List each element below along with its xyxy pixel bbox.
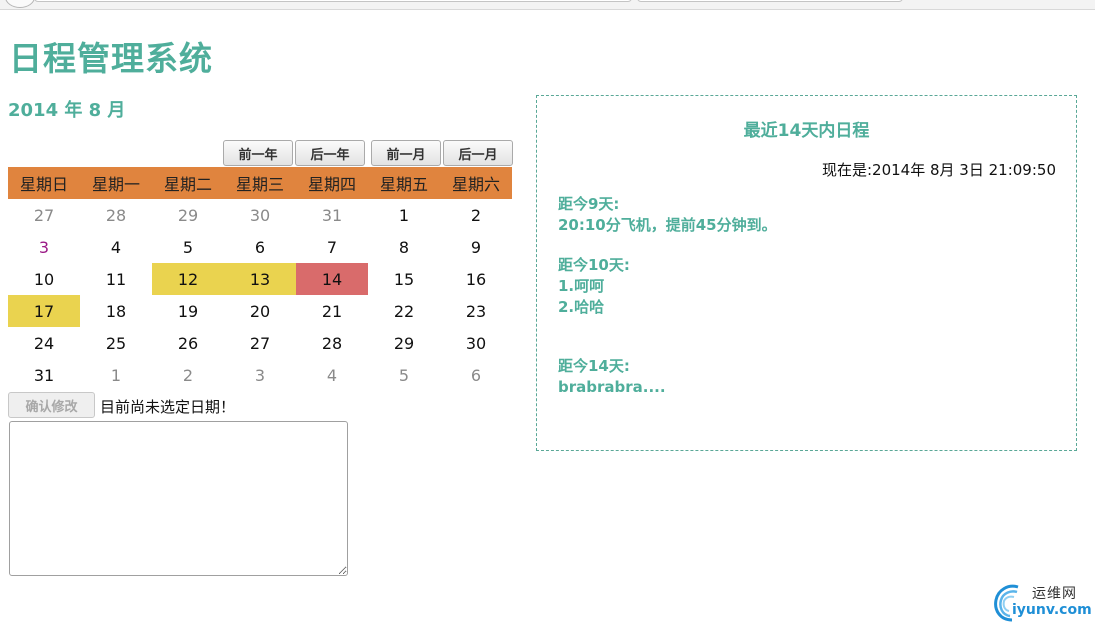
- calendar-day-cell[interactable]: 6: [440, 359, 512, 391]
- calendar-day-cell[interactable]: 31: [296, 199, 368, 231]
- calendar-day-cell[interactable]: 28: [80, 199, 152, 231]
- browser-address-bar[interactable]: [34, 0, 632, 2]
- schedule-item: brabrabra....: [558, 378, 666, 396]
- schedule-item: 20:10分飞机，提前45分钟到。: [558, 216, 777, 234]
- calendar-week-row: 10 11 12 13 14 15 16: [8, 263, 512, 295]
- next-month-button[interactable]: 后一月: [443, 140, 513, 166]
- next-year-button[interactable]: 后一年: [295, 140, 365, 166]
- calendar-week-row: 27 28 29 30 31 1 2: [8, 199, 512, 231]
- calendar-day-cell[interactable]: 11: [80, 263, 152, 295]
- schedule-group-heading: 距今10天:: [558, 256, 630, 274]
- calendar-day-cell[interactable]: 2: [440, 199, 512, 231]
- schedule-group: 距今9天: 20:10分飞机，提前45分钟到。: [558, 194, 777, 236]
- calendar-day-cell[interactable]: 3: [8, 231, 80, 263]
- calendar-grid: 星期日 星期一 星期二 星期三 星期四 星期五 星期六 27 28 29 30 31 1 2…: [8, 167, 512, 391]
- calendar-day-cell[interactable]: 7: [296, 231, 368, 263]
- schedule-note-input[interactable]: [9, 421, 348, 576]
- calendar-day-cell[interactable]: 16: [440, 263, 512, 295]
- calendar-day-cell[interactable]: 22: [368, 295, 440, 327]
- schedule-item: 1.呵呵: [558, 277, 605, 295]
- calendar-day-cell[interactable]: 31: [8, 359, 80, 391]
- weekday-header: 星期二: [152, 167, 224, 199]
- calendar-day-cell[interactable]: 1: [80, 359, 152, 391]
- calendar-day-cell[interactable]: 2: [152, 359, 224, 391]
- calendar-day-cell[interactable]: 30: [224, 199, 296, 231]
- site-watermark-logo: 运维网 iyunv.com: [990, 580, 1092, 624]
- calendar-day-cell[interactable]: 29: [152, 199, 224, 231]
- watermark-en: iyunv.com: [1012, 602, 1092, 618]
- schedule-group: 距今10天: 1.呵呵 2.哈哈: [558, 255, 630, 318]
- calendar-day-cell[interactable]: 30: [440, 327, 512, 359]
- weekday-header: 星期六: [440, 167, 512, 199]
- calendar-day-cell[interactable]: 4: [80, 231, 152, 263]
- calendar-week-row: 17 18 19 20 21 22 23: [8, 295, 512, 327]
- weekday-header: 星期三: [224, 167, 296, 199]
- calendar-day-cell[interactable]: 5: [152, 231, 224, 263]
- calendar-body: 27 28 29 30 31 1 2 3 4 5 6 7 8 9 10 11 12 13 14 15 16 17 18 19 2…: [8, 199, 512, 391]
- browser-toolbar-strip: [0, 0, 1095, 10]
- schedule-group: 距今14天: brabrabra....: [558, 356, 666, 398]
- current-time: 现在是:2014年 8月 3日 21:09:50: [822, 161, 1056, 179]
- calendar-day-cell[interactable]: 23: [440, 295, 512, 327]
- calendar-day-cell[interactable]: 3: [224, 359, 296, 391]
- weekday-header: 星期一: [80, 167, 152, 199]
- schedule-group-heading: 距今9天:: [558, 195, 620, 213]
- panel-title: 最近14天内日程: [743, 121, 870, 141]
- prev-year-button[interactable]: 前一年: [223, 140, 293, 166]
- calendar-day-cell[interactable]: 5: [368, 359, 440, 391]
- calendar-day-cell[interactable]: 14: [296, 263, 368, 295]
- weekday-header: 星期五: [368, 167, 440, 199]
- browser-search-bar[interactable]: [637, 0, 903, 2]
- calendar-day-cell[interactable]: 12: [152, 263, 224, 295]
- schedule-item: 2.哈哈: [558, 298, 605, 316]
- calendar-day-cell[interactable]: 20: [224, 295, 296, 327]
- calendar-week-row: 3456789: [8, 231, 512, 263]
- weekday-header-row: 星期日 星期一 星期二 星期三 星期四 星期五 星期六: [8, 167, 512, 199]
- schedule-group-heading: 距今14天:: [558, 357, 630, 375]
- calendar-day-cell[interactable]: 9: [440, 231, 512, 263]
- calendar-day-cell[interactable]: 28: [296, 327, 368, 359]
- calendar-day-cell[interactable]: 25: [80, 327, 152, 359]
- calendar-day-cell[interactable]: 17: [8, 295, 80, 327]
- calendar-week-row: 24 25 26 27 28 29 30: [8, 327, 512, 359]
- calendar-day-cell[interactable]: 15: [368, 263, 440, 295]
- weekday-header: 星期四: [296, 167, 368, 199]
- calendar-day-cell[interactable]: 29: [368, 327, 440, 359]
- calendar-day-cell[interactable]: 8: [368, 231, 440, 263]
- recent-schedule-panel: 最近14天内日程 现在是:2014年 8月 3日 21:09:50 距今9天: …: [536, 95, 1077, 451]
- calendar-day-cell[interactable]: 18: [80, 295, 152, 327]
- calendar-day-cell[interactable]: 4: [296, 359, 368, 391]
- calendar-day-cell[interactable]: 6: [224, 231, 296, 263]
- prev-month-button[interactable]: 前一月: [371, 140, 441, 166]
- page-title: 日程管理系统: [9, 39, 213, 78]
- calendar-day-cell[interactable]: 1: [368, 199, 440, 231]
- watermark-cn: 运维网: [1032, 586, 1077, 602]
- calendar-week-row: 31 1 2 3 4 5 6: [8, 359, 512, 391]
- calendar-day-cell[interactable]: 13: [224, 263, 296, 295]
- calendar-day-cell[interactable]: 24: [8, 327, 80, 359]
- calendar-day-cell[interactable]: 27: [224, 327, 296, 359]
- calendar-day-cell[interactable]: 27: [8, 199, 80, 231]
- selection-status: 目前尚未选定日期！: [100, 398, 236, 416]
- calendar-day-cell[interactable]: 21: [296, 295, 368, 327]
- calendar-day-cell[interactable]: 26: [152, 327, 224, 359]
- calendar-day-cell[interactable]: 10: [8, 263, 80, 295]
- calendar-day-cell[interactable]: 19: [152, 295, 224, 327]
- month-label: 2014 年 8 月: [8, 100, 126, 121]
- browser-back-button[interactable]: [5, 0, 35, 8]
- weekday-header: 星期日: [8, 167, 80, 199]
- confirm-edit-button[interactable]: 确认修改: [8, 392, 95, 418]
